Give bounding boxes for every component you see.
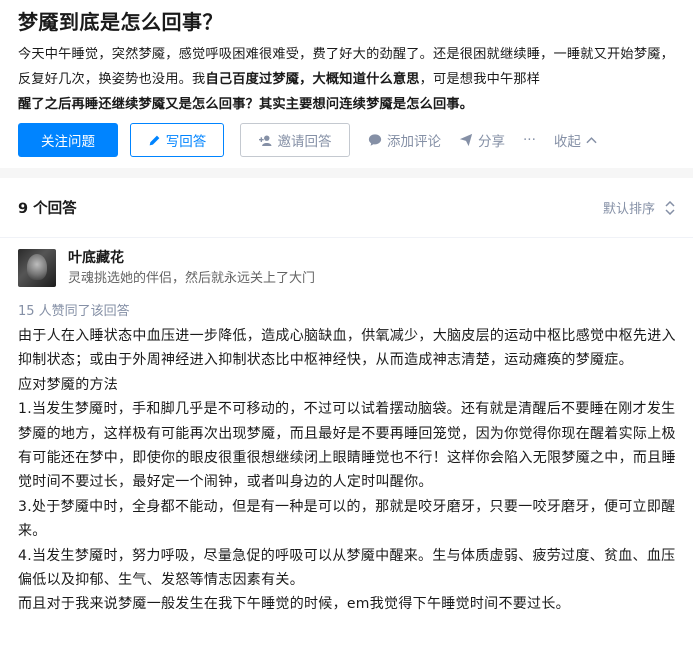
answers-header: 9 个回答 默认排序 — [0, 178, 693, 238]
answer-paragraph: 由于人在入睡状态中血压进一步降低，造成心脑缺血，供氧减少，大脑皮层的运动中枢比感… — [18, 328, 676, 369]
pen-icon — [148, 134, 161, 147]
collapse-button[interactable]: 收起 — [554, 130, 597, 150]
add-comment-button[interactable]: 添加评论 — [368, 130, 441, 150]
author-name[interactable]: 叶底藏花 — [68, 249, 315, 267]
sort-dropdown[interactable]: 默认排序 — [603, 198, 675, 217]
answer-paragraph: 4.当发生梦魇时，努力呼吸，尽量急促的呼吸可以从梦魇中醒来。生与体质虚弱、疲劳过… — [18, 547, 676, 589]
add-comment-label: 添加评论 — [387, 134, 441, 150]
question-desc-text-2: ，可是想我中午那样 — [419, 72, 541, 87]
answer-paragraph: 3.处于梦魇中时，全身都不能动，但是有一种是可以的，那就是咬牙磨牙，只要一咬牙磨… — [18, 498, 676, 540]
invite-answer-button[interactable]: 邀请回答 — [240, 123, 350, 157]
author-info: 叶底藏花 灵魂挑选她的伴侣，然后就永远关上了大门 — [68, 249, 315, 287]
answer-count: 9 个回答 — [18, 201, 77, 217]
author-bio: 灵魂挑选她的伴侣，然后就永远关上了大门 — [68, 271, 316, 286]
write-answer-label: 写回答 — [165, 134, 207, 150]
vote-count: 15 人赞同了该回答 — [18, 304, 130, 319]
more-icon: ··· — [523, 132, 536, 148]
answer-author: 叶底藏花 灵魂挑选她的伴侣，然后就永远关上了大门 — [18, 249, 315, 287]
share-button[interactable]: 分享 — [459, 130, 505, 150]
question-card: 梦魇到底是怎么回事？ 今天中午睡觉，突然梦魇，感觉呼吸困难很难受，费了好大的劲醒… — [0, 0, 693, 168]
question-desc-bold-2: 醒了之后再睡还继续梦魇又是怎么回事？其实主要想问连续梦魇是怎么回事。 — [18, 97, 474, 112]
answers-card: 9 个回答 默认排序 叶底藏花 灵魂挑选她的伴侣，然后就永远关上了大门 15 人… — [0, 178, 693, 655]
comment-icon — [368, 133, 382, 147]
answer-body: 由于人在入睡状态中血压进一步降低，造成心脑缺血，供氧减少，大脑皮层的运动中枢比感… — [18, 324, 680, 617]
write-answer-button[interactable]: 写回答 — [130, 123, 224, 157]
sort-icon — [665, 200, 675, 215]
avatar[interactable] — [18, 249, 56, 287]
invite-answer-label: 邀请回答 — [277, 134, 332, 150]
share-label: 分享 — [478, 134, 505, 150]
share-icon — [459, 133, 473, 147]
question-title: 梦魇到底是怎么回事？ — [18, 10, 223, 34]
question-description: 今天中午睡觉，突然梦魇，感觉呼吸困难很难受，费了好大的劲醒了。还是很困就继续睡，… — [18, 42, 675, 117]
question-actions: 关注问题 写回答 邀请回答 添加评论 分享 ··· 收起 — [18, 123, 597, 157]
question-desc-bold-1: 自己百度过梦魇，大概知道什么意思 — [205, 72, 420, 87]
answer-paragraph: 1.当发生梦魇时，手和脚几乎是不可移动的，不过可以试着摆动脑袋。还有就是清醒后不… — [18, 401, 676, 491]
more-button[interactable]: ··· — [523, 132, 536, 148]
sort-label: 默认排序 — [602, 202, 655, 217]
answer-paragraph: 而且对于我来说梦魇一般发生在我下午睡觉的时候，em我觉得下午睡觉时间不要过长。 — [18, 596, 570, 613]
follow-question-button[interactable]: 关注问题 — [18, 123, 118, 157]
invite-user-icon — [258, 134, 273, 147]
chevron-up-icon — [586, 136, 597, 144]
answer-paragraph: 应对梦魇的方法 — [18, 376, 119, 393]
collapse-label: 收起 — [553, 134, 581, 150]
